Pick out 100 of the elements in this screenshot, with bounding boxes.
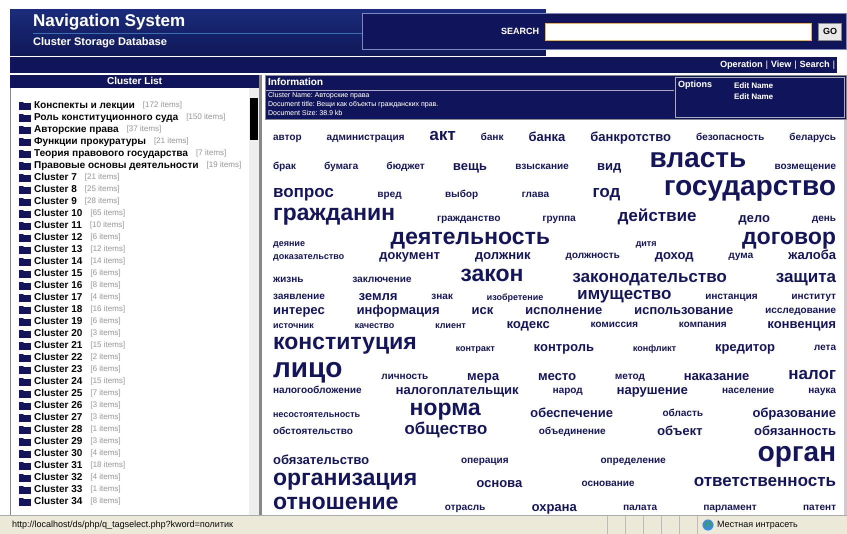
tag-word[interactable]: брак xyxy=(273,162,296,172)
tag-word[interactable]: деяние xyxy=(273,238,305,248)
cluster-item[interactable]: Cluster 18 [16 items] xyxy=(19,303,249,315)
tag-word[interactable]: безопасность xyxy=(696,133,764,143)
tag-word[interactable]: доход xyxy=(654,248,694,262)
cluster-item[interactable]: Cluster 26 [3 items] xyxy=(19,399,249,411)
tag-word[interactable]: заявление xyxy=(273,292,325,302)
tag-word[interactable]: комиссия xyxy=(590,320,638,330)
tag-word[interactable]: налогоплательщик xyxy=(396,382,519,396)
tag-word[interactable]: изобретение xyxy=(486,293,544,302)
tag-word[interactable]: действие xyxy=(618,206,696,224)
tag-word[interactable]: акт xyxy=(429,126,456,143)
tag-word[interactable]: налогообложение xyxy=(273,386,362,396)
search-field[interactable] xyxy=(544,22,812,40)
tag-word[interactable]: защита xyxy=(776,268,836,285)
tag-word[interactable]: вещь xyxy=(452,158,487,172)
cluster-item[interactable]: Cluster 33 [1 items] xyxy=(19,483,249,495)
tag-word[interactable]: банкротство xyxy=(590,130,671,143)
cluster-item[interactable]: Cluster 20 [3 items] xyxy=(19,327,249,339)
menu-link[interactable]: Operation xyxy=(720,58,763,72)
cluster-item[interactable]: Cluster 17 [4 items] xyxy=(19,291,249,303)
cluster-item[interactable]: Авторские права [37 items] xyxy=(19,123,249,135)
cluster-item[interactable]: Cluster 21 [15 items] xyxy=(19,339,249,351)
tag-word[interactable]: гражданин xyxy=(273,200,396,224)
menu-link[interactable]: View xyxy=(770,58,792,72)
cluster-item[interactable]: Cluster 8 [25 items] xyxy=(19,183,249,195)
tag-word[interactable]: закон xyxy=(460,262,524,285)
cluster-item[interactable]: Cluster 19 [6 items] xyxy=(19,315,249,327)
tag-word[interactable]: метод xyxy=(614,372,645,382)
tag-word[interactable]: обязанность xyxy=(754,424,836,437)
tag-word[interactable]: жизнь xyxy=(273,274,304,285)
tag-word[interactable]: вопрос xyxy=(273,183,334,200)
tag-word[interactable]: контракт xyxy=(456,344,495,354)
menu-link[interactable]: Search xyxy=(800,58,830,72)
tag-word[interactable]: мера xyxy=(467,369,500,382)
scrollbar-thumb[interactable] xyxy=(250,98,258,140)
tag-word[interactable]: исполнение xyxy=(525,303,602,316)
cluster-item[interactable]: Теория правового государства [7 items] xyxy=(19,147,249,159)
tag-word[interactable]: иск xyxy=(471,303,494,316)
cluster-item[interactable]: Конспекты и лекции [172 items] xyxy=(19,99,249,111)
cluster-item[interactable]: Cluster 32 [4 items] xyxy=(19,471,249,483)
tag-word[interactable]: обеспечение xyxy=(530,406,614,420)
tag-word[interactable]: объект xyxy=(657,424,702,437)
tag-word[interactable]: беларусь xyxy=(789,133,836,143)
tag-word[interactable]: деятельность xyxy=(390,224,550,248)
tag-word[interactable]: дума xyxy=(728,251,754,262)
tag-word[interactable]: патент xyxy=(802,502,836,513)
tag-word[interactable]: клиент xyxy=(435,320,466,330)
tag-word[interactable]: население xyxy=(722,386,774,396)
tag-word[interactable]: вид xyxy=(597,158,622,172)
cluster-item[interactable]: Cluster 10 [65 items] xyxy=(19,207,249,219)
cluster-item[interactable]: Cluster 29 [3 items] xyxy=(19,435,249,447)
tag-word[interactable]: кредитор xyxy=(714,340,775,354)
tag-word[interactable]: земля xyxy=(358,289,398,302)
cluster-item[interactable]: Cluster 15 [6 items] xyxy=(19,267,249,279)
tag-word[interactable]: законодательство xyxy=(572,268,727,285)
tag-word[interactable]: охрана xyxy=(532,500,577,513)
tag-word[interactable]: должность xyxy=(565,251,620,262)
go-button[interactable]: GO xyxy=(818,22,842,40)
tag-word[interactable]: наука xyxy=(808,386,836,396)
edit-name-link[interactable]: Edit Name xyxy=(734,80,774,91)
cluster-item[interactable]: Cluster 31 [18 items] xyxy=(19,459,249,471)
tag-word[interactable]: компания xyxy=(678,320,727,330)
tag-word[interactable]: знак xyxy=(431,292,453,302)
tag-word[interactable]: личность xyxy=(381,372,428,382)
cluster-item[interactable]: Cluster 30 [4 items] xyxy=(19,447,249,459)
tag-word[interactable]: гражданство xyxy=(436,214,500,224)
tag-word[interactable]: лета xyxy=(814,343,836,354)
tag-word[interactable]: исследование xyxy=(765,306,836,316)
tag-word[interactable]: год xyxy=(592,183,620,200)
cluster-item[interactable]: Cluster 13 [12 items] xyxy=(19,243,249,255)
scrollbar[interactable] xyxy=(249,88,259,515)
cluster-item[interactable]: Cluster 28 [1 items] xyxy=(19,423,249,435)
tag-word[interactable]: орган xyxy=(758,438,836,466)
tag-word[interactable]: доказательство xyxy=(273,252,344,262)
cluster-item[interactable]: Роль конституционного суда [150 items] xyxy=(19,111,249,123)
cluster-item[interactable]: Правовые основы деятельности [19 items] xyxy=(19,159,249,171)
tag-word[interactable]: основа xyxy=(476,476,522,490)
tag-word[interactable]: бюджет xyxy=(386,162,425,172)
tag-word[interactable]: взыскание xyxy=(515,162,569,172)
tag-word[interactable]: источник xyxy=(273,320,314,330)
cluster-item[interactable]: Cluster 16 [8 items] xyxy=(19,279,249,291)
cluster-item[interactable]: Cluster 11 [10 items] xyxy=(19,219,249,231)
tag-word[interactable]: банка xyxy=(528,130,566,143)
tag-word[interactable]: область xyxy=(662,409,704,420)
tag-word[interactable]: банк xyxy=(480,133,504,143)
tag-word[interactable]: имущество xyxy=(577,285,672,302)
tag-word[interactable]: инстанция xyxy=(705,292,758,302)
tag-word[interactable]: контроль xyxy=(534,340,594,354)
tag-word[interactable]: интерес xyxy=(273,303,325,316)
tag-word[interactable]: группа xyxy=(542,214,576,224)
tag-word[interactable]: отрасль xyxy=(444,502,486,513)
cluster-item[interactable]: Cluster 7 [21 items] xyxy=(19,171,249,183)
tag-word[interactable]: автор xyxy=(273,133,302,143)
cluster-item[interactable]: Cluster 12 [6 items] xyxy=(19,231,249,243)
tag-word[interactable]: должник xyxy=(474,248,531,262)
cluster-item[interactable]: Cluster 23 [6 items] xyxy=(19,363,249,375)
tag-word[interactable]: институт xyxy=(791,292,836,302)
tag-word[interactable]: качество xyxy=(354,320,394,330)
tag-word[interactable]: возмещение xyxy=(774,162,836,172)
